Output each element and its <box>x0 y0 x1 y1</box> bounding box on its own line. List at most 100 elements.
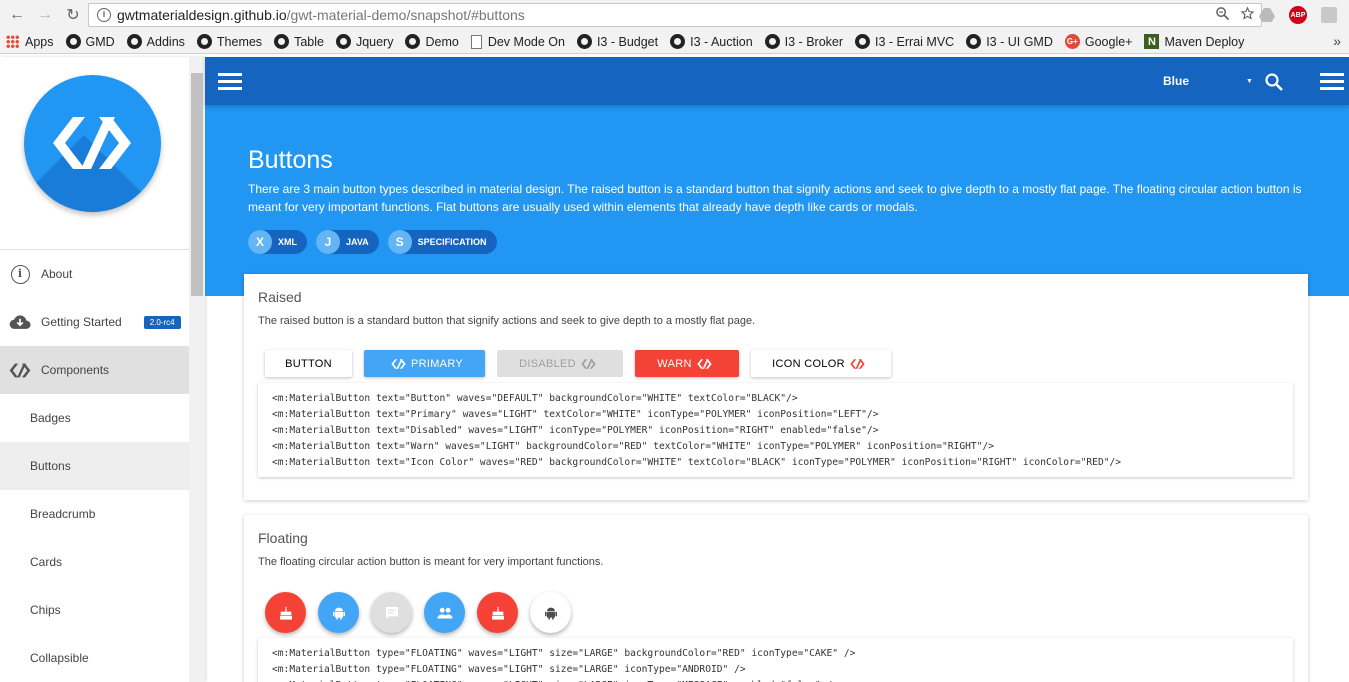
sidebar-item-label: Chips <box>30 603 61 617</box>
sidebar-item-label: Badges <box>30 411 71 425</box>
search-icon[interactable] <box>1264 72 1284 92</box>
sidebar-item-cards[interactable]: Cards <box>0 538 189 586</box>
bookmark-google-[interactable]: G+ Google+ <box>1064 34 1133 49</box>
bookmark-dev-mode-on[interactable]: Dev Mode On <box>470 34 565 49</box>
card-description: The floating circular action button is m… <box>258 556 604 568</box>
bookmark-label: Google+ <box>1084 34 1133 49</box>
cloud-download-icon <box>9 311 31 333</box>
browser-toolbar: ← → ↻ i gwtmaterialdesign.github.io/gwt-… <box>0 0 1349 30</box>
chip-java[interactable]: J JAVA <box>316 230 379 254</box>
fab-android-white[interactable] <box>530 592 571 633</box>
bookmark-i3-auction[interactable]: I3 - Auction <box>670 34 753 49</box>
url-bar[interactable]: i gwtmaterialdesign.github.io/gwt-materi… <box>88 3 1262 27</box>
github-icon <box>670 34 686 49</box>
sidebar-item-components[interactable]: Components <box>0 346 189 394</box>
button-label: ICON COLOR <box>772 357 845 370</box>
bookmarks-overflow-icon[interactable]: » <box>1333 33 1341 49</box>
sidebar-item-collapsible[interactable]: Collapsible <box>0 634 189 682</box>
cake-icon <box>278 605 294 621</box>
bookmark-gmd[interactable]: GMD <box>65 34 115 49</box>
sidebar-item-about[interactable]: i About <box>0 250 189 298</box>
github-icon <box>126 34 142 49</box>
bookmark-apps[interactable]: Apps <box>6 35 54 49</box>
bookmark-i3-broker[interactable]: I3 - Broker <box>764 34 843 49</box>
github-icon <box>335 34 351 49</box>
sidebar-scrollbar[interactable] <box>189 57 205 682</box>
page-description: There are 3 main button types described … <box>248 182 1302 214</box>
color-select[interactable]: Blue <box>1163 74 1189 88</box>
cake-icon <box>490 605 506 621</box>
button-button[interactable]: BUTTON <box>265 350 352 377</box>
chip-xml[interactable]: X XML <box>248 230 307 254</box>
bookmarks-bar: Apps GMD Addins Themes Table Jquery Demo Dev Mo… <box>0 30 1349 54</box>
back-arrow-icon[interactable]: ← <box>6 4 28 26</box>
sidebar-item-chips[interactable]: Chips <box>0 586 189 634</box>
sidebar-item-label: About <box>41 267 73 281</box>
code-line: <m:MaterialButton text="Primary" waves="… <box>272 409 879 420</box>
hero-section: Buttons There are 3 main button types de… <box>205 105 1349 296</box>
bookmark-maven-deploy[interactable]: N Maven Deploy <box>1144 34 1244 49</box>
bookmark-label: Themes <box>216 34 263 49</box>
bookmark-label: Maven Deploy <box>1164 34 1245 49</box>
bookmark-label: Dev Mode On <box>487 34 565 49</box>
sidebar-item-badges[interactable]: Badges <box>0 394 189 442</box>
chip-specification[interactable]: S SPECIFICATION <box>387 230 497 254</box>
code-line: <m:MaterialButton text="Icon Color" wave… <box>272 457 1122 468</box>
bookmark-table[interactable]: Table <box>274 34 324 49</box>
primary-button[interactable]: PRIMARY <box>364 350 485 377</box>
forward-arrow-icon[interactable]: → <box>34 4 56 26</box>
sidebar-scroll-thumb[interactable] <box>191 73 203 296</box>
fab-comment[interactable] <box>371 592 412 633</box>
fab-cake[interactable] <box>265 592 306 633</box>
sidebar-item-buttons[interactable]: Buttons <box>0 442 189 490</box>
code-block: <m:MaterialButton text="Button" waves="D… <box>258 383 1293 477</box>
sidebar-item-getting-started[interactable]: Getting Started 2.0-rc4 <box>0 298 189 346</box>
code-line: <m:MaterialButton type="FLOATING" waves=… <box>272 678 1279 682</box>
version-badge: 2.0-rc4 <box>143 315 181 329</box>
sidebar-item-label: Collapsible <box>30 651 89 665</box>
android-icon <box>331 605 347 621</box>
sidebar-item-breadcrumb[interactable]: Breadcrumb <box>0 490 189 538</box>
chevron-down-icon[interactable]: ▼ <box>1246 78 1253 85</box>
bookmark-i3-budget[interactable]: I3 - Budget <box>576 34 659 49</box>
fab-android[interactable] <box>318 592 359 633</box>
github-icon <box>576 34 592 49</box>
right-menu-icon[interactable] <box>1320 73 1344 90</box>
bookmark-label: Addins <box>146 34 185 49</box>
url-host: gwtmaterialdesign.github.io <box>117 7 287 23</box>
bookmark-jquery[interactable]: Jquery <box>335 34 393 49</box>
sidebar-item-label: Getting Started <box>41 315 122 329</box>
card-title: Floating <box>258 530 308 546</box>
sidebar-item-label: Components <box>41 363 110 377</box>
button-label: BUTTON <box>285 357 332 370</box>
bookmark-i3-ui-gmd[interactable]: I3 - UI GMD <box>966 34 1053 49</box>
sidebar-item-label: Buttons <box>30 459 71 473</box>
bookmark-label: I3 - Budget <box>596 34 659 49</box>
github-icon <box>65 34 81 49</box>
bookmark-demo[interactable]: Demo <box>405 34 459 49</box>
adblock-extension-icon[interactable]: ABP <box>1289 6 1307 24</box>
warn-button[interactable]: WARN <box>635 350 739 377</box>
app-header: Blue ▼ <box>205 57 1349 105</box>
sidebar-item-label: Breadcrumb <box>30 507 96 521</box>
chip-label: JAVA <box>346 237 369 247</box>
reload-icon[interactable]: ↻ <box>62 4 84 26</box>
fab-cake-red[interactable] <box>477 592 518 633</box>
bookmark-i3-errai-mvc[interactable]: I3 - Errai MVC <box>855 34 954 49</box>
code-line: <m:MaterialButton type="FLOATING" waves=… <box>272 664 746 675</box>
chip-label: SPECIFICATION <box>417 237 487 247</box>
extension-icon[interactable] <box>1321 7 1337 23</box>
menu-icon[interactable] <box>218 73 242 90</box>
site-info-icon[interactable]: i <box>97 8 111 22</box>
url-path: /gwt-material-demo/snapshot/#buttons <box>286 7 525 23</box>
star-icon[interactable] <box>1240 6 1255 21</box>
maven-icon: N <box>1144 34 1160 49</box>
icon-color-button[interactable]: ICON COLOR <box>751 350 891 377</box>
zoom-icon[interactable] <box>1215 6 1230 21</box>
fab-people[interactable] <box>424 592 465 633</box>
bookmark-addins[interactable]: Addins <box>126 34 185 49</box>
drive-extension-icon[interactable] <box>1259 8 1275 22</box>
bookmark-label: Table <box>294 34 324 49</box>
gwt-material-logo <box>24 75 161 212</box>
bookmark-themes[interactable]: Themes <box>196 34 263 49</box>
